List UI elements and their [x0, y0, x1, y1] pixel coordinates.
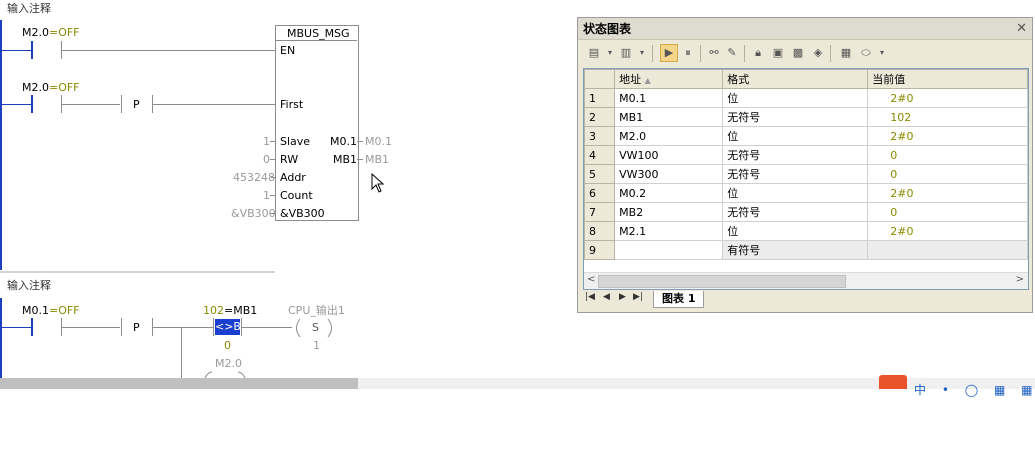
unforce-icon[interactable]: ▣	[770, 45, 786, 61]
network-separator	[0, 271, 275, 273]
coil-label: CPU_输出1	[288, 304, 345, 317]
contact1-label: M2.0=OFF	[22, 26, 80, 39]
next-contact-label: M2.0	[215, 357, 242, 370]
pin-done: M0.1	[330, 135, 357, 148]
tag-icon[interactable]: ⬭	[858, 45, 874, 61]
scroll-right-icon[interactable]: >	[1016, 274, 1024, 285]
delete-icon[interactable]: ▥	[618, 45, 634, 61]
read-forced-icon[interactable]: ◈	[810, 45, 826, 61]
block-title: MBUS_MSG	[287, 27, 350, 40]
power-rail-1	[0, 20, 2, 270]
input-table[interactable]: &VB300	[231, 207, 276, 220]
contact3-left	[31, 318, 33, 336]
contact1-left	[31, 41, 33, 59]
sheet-tab-bar: |◀ ◀ ▶ ▶| 图表 1	[583, 291, 1029, 309]
pin-error: MB1	[333, 153, 358, 166]
trend-view-icon[interactable]: ▦	[838, 45, 854, 61]
ime-toolbar-icons[interactable]: 中 • ◯ ▦ ▦	[914, 381, 1035, 398]
network2-comment[interactable]: 输入注释	[7, 279, 51, 292]
insert-icon[interactable]: ▤	[586, 45, 602, 61]
next-sheet-icon[interactable]: ▶	[619, 292, 626, 302]
pencil-icon[interactable]: ✎	[724, 45, 740, 61]
dropdown-arrow-icon[interactable]: ▾	[634, 45, 650, 61]
close-icon[interactable]: ✕	[1016, 18, 1027, 40]
table-row[interactable]: 4 VW100 无符号 0	[584, 145, 1028, 165]
pin-count: Count	[280, 189, 313, 202]
last-sheet-icon[interactable]: ▶|	[633, 292, 643, 302]
compare-instruction[interactable]: <>B	[215, 319, 241, 335]
network1-comment[interactable]: 输入注释	[7, 2, 51, 15]
pin-rw: RW	[280, 153, 299, 166]
pin-table: &VB300	[280, 207, 325, 220]
coil-count: 1	[313, 339, 320, 352]
coil-type: S	[312, 321, 319, 334]
table-row[interactable]: 6 M0.2 位 2#0	[584, 183, 1028, 203]
sort-asc-icon: ▲	[644, 76, 651, 85]
chart-status-icon[interactable]: ▶	[660, 44, 678, 62]
table-horizontal-scrollbar[interactable]: < >	[584, 272, 1028, 289]
pin-first: First	[280, 98, 304, 111]
table-row[interactable]: 8 M2.1 位 2#0	[584, 221, 1028, 241]
contact2-left	[31, 95, 33, 113]
compare-label: 102=MB1	[203, 304, 258, 317]
unforce-all-icon[interactable]: ▩	[790, 45, 806, 61]
p-edge-1: P	[133, 98, 140, 111]
table-scroll-thumb[interactable]	[598, 275, 846, 288]
first-sheet-icon[interactable]: |◀	[585, 292, 595, 302]
output-done[interactable]: M0.1	[365, 135, 392, 148]
status-chart-table: 地址 ▲ 格式 当前值 1 M0.1 位 2#0 2 MB1 无符号 102 3…	[583, 68, 1029, 290]
status-chart-toolbar: ▤ ▾ ▥ ▾ ▶ ⏸ ⚯ ✎ 🔒︎ ▣ ▩ ◈ ▦ ⬭ ▾	[582, 43, 1022, 65]
table-row[interactable]: 1 M0.1 位 2#0	[584, 88, 1028, 108]
column-header-address[interactable]: 地址 ▲	[614, 69, 724, 89]
pin-slave: Slave	[280, 135, 311, 148]
input-slave[interactable]: 1	[263, 135, 270, 148]
power-rail-2	[0, 298, 2, 380]
pin-en: EN	[280, 44, 296, 57]
compare-rhs: 0	[224, 339, 231, 352]
table-row[interactable]: 3 M2.0 位 2#0	[584, 126, 1028, 146]
editor-scroll-thumb[interactable]	[0, 378, 358, 389]
column-header-format[interactable]: 格式	[722, 69, 869, 89]
table-row[interactable]: 5 VW300 无符号 0	[584, 164, 1028, 184]
contact2-label: M2.0=OFF	[22, 81, 80, 94]
p-edge-2: P	[133, 321, 140, 334]
input-count[interactable]: 1	[263, 189, 270, 202]
table-row[interactable]: 2 MB1 无符号 102	[584, 107, 1028, 127]
binoculars-icon[interactable]: ⚯	[706, 45, 722, 61]
pin-addr: Addr	[280, 171, 306, 184]
table-header-row: 地址 ▲ 格式 当前值	[584, 69, 1028, 89]
pause-icon[interactable]: ⏸	[680, 45, 696, 61]
input-rw[interactable]: 0	[263, 153, 270, 166]
contact3-label: M0.1=OFF	[22, 304, 80, 317]
prev-sheet-icon[interactable]: ◀	[603, 292, 610, 302]
column-header-value[interactable]: 当前值	[867, 69, 1028, 89]
table-row[interactable]: 9 有符号	[584, 240, 1028, 260]
sheet-tab-chart1[interactable]: 图表 1	[653, 291, 705, 308]
table-row[interactable]: 7 MB2 无符号 0	[584, 202, 1028, 222]
input-addr[interactable]: 453248	[233, 171, 275, 184]
output-error[interactable]: MB1	[365, 153, 389, 166]
ime-logo-icon[interactable]	[879, 375, 907, 389]
status-chart-window[interactable]: 状态图表 ✕ ▤ ▾ ▥ ▾ ▶ ⏸ ⚯ ✎ 🔒︎ ▣ ▩ ◈ ▦ ⬭ ▾ 地址…	[577, 17, 1033, 313]
mouse-cursor-icon	[371, 173, 385, 193]
dropdown-arrow-icon[interactable]: ▾	[602, 45, 618, 61]
status-chart-titlebar[interactable]: 状态图表 ✕	[578, 18, 1032, 40]
status-chart-title: 状态图表	[583, 22, 632, 36]
scroll-left-icon[interactable]: <	[587, 274, 595, 285]
dropdown-arrow-icon[interactable]: ▾	[874, 45, 890, 61]
force-lock-icon[interactable]: 🔒︎	[750, 45, 766, 61]
